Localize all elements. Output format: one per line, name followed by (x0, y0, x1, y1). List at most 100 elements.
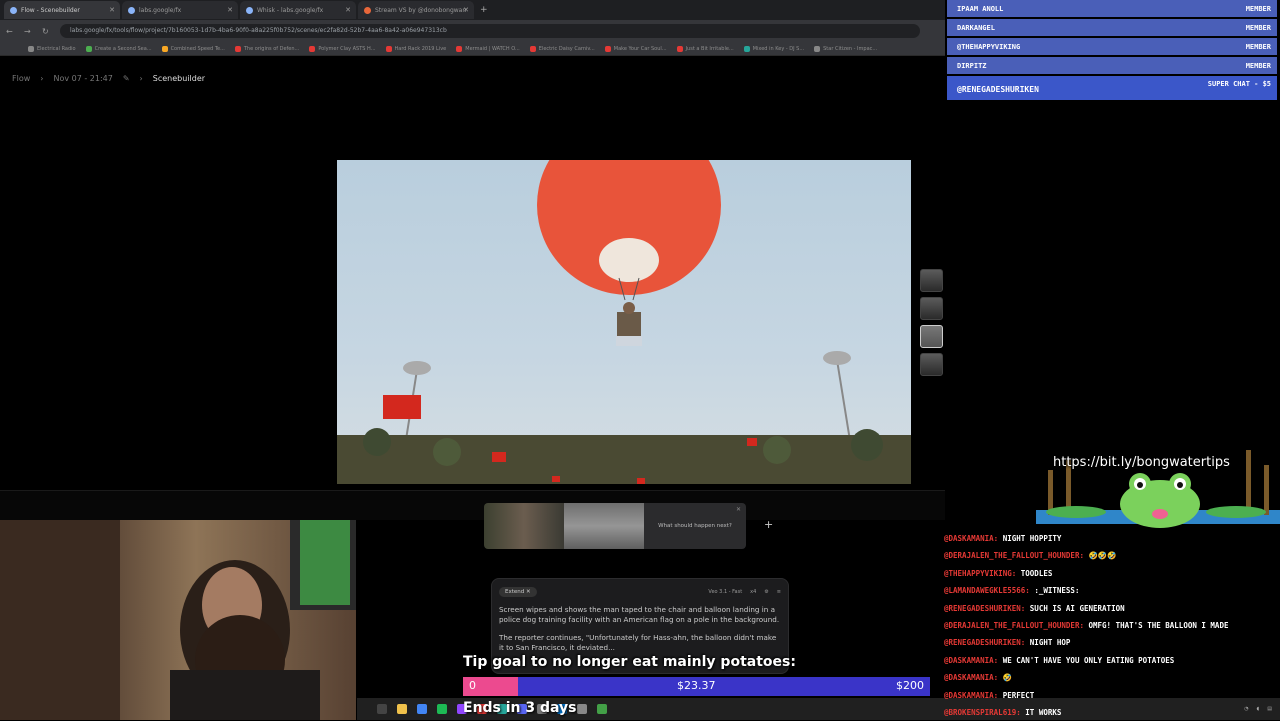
browser-tab[interactable]: Whisk - labs.google/fx ✕ (240, 1, 356, 19)
live-chat: @DASKAMANIA: NIGHT HOPPITY @DERAJALEN_THE… (944, 530, 1280, 721)
tab-title: labs.google/fx (139, 6, 182, 14)
scene-thumbnail[interactable] (920, 353, 943, 376)
address-bar-row: ← → ↻ labs.google/fx/tools/flow/project/… (0, 20, 945, 42)
edit-icon[interactable]: ✎ (123, 74, 130, 83)
bookmark[interactable]: Star Citizen - Impac... (814, 45, 878, 52)
bookmark[interactable]: Just a Bit Irritable... (676, 45, 734, 52)
close-tab-icon[interactable]: ✕ (227, 6, 233, 14)
chat-text: SUCH IS AI GENERATION (1029, 603, 1125, 613)
bookmark-label: Electric Daisy Carniv... (538, 45, 595, 52)
chrome-icon[interactable] (417, 704, 427, 714)
prompt-text[interactable]: The reporter continues, "Unfortunately f… (499, 633, 781, 653)
scene-thumbnails (920, 269, 944, 376)
bookmarks-bar: Electrical Radio Create a Second Sea... … (0, 42, 945, 56)
member-badge: MEMBER (1245, 4, 1271, 13)
close-tab-icon[interactable]: ✕ (463, 6, 469, 14)
prompt-text[interactable]: Screen wipes and shows the man taped to … (499, 605, 781, 625)
spotify-icon[interactable] (437, 704, 447, 714)
timeline-strip (0, 490, 945, 520)
chat-message: @DASKAMANIA: NIGHT HOPPITY (944, 530, 1280, 547)
tab-title: Flow - Scenebuilder (21, 6, 80, 14)
extend-chip[interactable]: Extend ✕ (499, 587, 537, 597)
goal-target: $200 (896, 679, 924, 692)
breadcrumb: Flow › Nov 07 - 21:47 ✎ › Scenebuilder (12, 74, 205, 83)
video-preview[interactable] (337, 160, 911, 484)
browser-tab[interactable]: Stream VS by @donobongwan ✕ (358, 1, 474, 19)
bookmark[interactable]: Make Your Car Soul... (604, 45, 667, 52)
member-badge: MEMBER (1245, 23, 1271, 32)
menu-icon[interactable]: ≡ (777, 589, 781, 595)
bookmark[interactable]: Polymer Clay ASTS H... (309, 45, 376, 52)
chat-username: @DASKAMANIA: (944, 534, 999, 543)
bookmark-label: The origins of Defen... (243, 45, 300, 52)
back-icon[interactable]: ← (6, 27, 16, 36)
bookmark[interactable]: Create a Second Sea... (85, 45, 152, 52)
close-icon[interactable]: ✕ (736, 506, 741, 513)
timeline-clip[interactable] (564, 503, 644, 549)
chat-message: @DASKAMANIA: PERFECT (944, 687, 1280, 704)
output-count[interactable]: x4 (750, 589, 756, 595)
bookmark-label: Star Citizen - Impac... (823, 45, 878, 52)
bookmark[interactable]: Hard Rack 2019 Live (385, 45, 447, 52)
chat-username: @BROKENSPIRAL619: (944, 707, 1021, 717)
chat-text: :_WITNESS: (1034, 586, 1080, 596)
chat-text: IT WORKS (1025, 707, 1062, 717)
member-name: DIRPITZ (957, 61, 987, 70)
favicon-icon (364, 6, 371, 14)
scene-thumbnail[interactable] (920, 297, 943, 320)
bookmark-label: Just a Bit Irritable... (685, 45, 734, 52)
scene-thumbnail[interactable] (920, 269, 943, 292)
member-name: DARKANGEL (957, 23, 995, 32)
forward-icon[interactable]: → (24, 27, 34, 36)
favicon-icon (246, 6, 253, 14)
new-tab-icon[interactable]: + (480, 5, 488, 15)
url-input[interactable]: labs.google/fx/tools/flow/project/7b1600… (60, 24, 920, 38)
extend-chip-label: Extend (505, 589, 525, 595)
next-clip-placeholder[interactable]: What should happen next? ✕ (644, 503, 746, 549)
bookmark[interactable]: Mermaid | WATCH O... (456, 45, 520, 52)
chat-text: NIGHT HOP (1029, 638, 1071, 648)
bookmark-label: Create a Second Sea... (94, 45, 152, 52)
scene-thumbnail[interactable] (920, 325, 943, 348)
bookmark[interactable]: Mixed in Key - DJ S... (743, 45, 804, 52)
file-explorer-icon[interactable] (397, 704, 407, 714)
chat-message: @DERAJALEN_THE_FALLOUT_HOUNDER: OMFG! TH… (944, 617, 1280, 634)
chat-message: @RENEGADESHURIKEN: NIGHT HOP (944, 634, 1280, 651)
member-badge: MEMBER (1245, 42, 1271, 51)
bookmark[interactable]: Electrical Radio (28, 45, 76, 52)
bookmark[interactable]: The origins of Defen... (234, 45, 300, 52)
chat-message: @DASKAMANIA: WE CAN'T HAVE YOU ONLY EATI… (944, 652, 1280, 669)
member-name: @RENEGADESHURIKEN (957, 85, 1039, 94)
bookmark-label: Hard Rack 2019 Live (394, 45, 447, 52)
browser-tab-bar: Flow - Scenebuilder ✕ labs.google/fx ✕ Whi… (0, 0, 945, 20)
favicon-icon (128, 6, 135, 14)
tip-goal-bar: 0 $23.37 $200 (463, 677, 930, 696)
chevron-right-icon: › (40, 74, 44, 83)
chat-username: @DASKAMANIA: (944, 673, 999, 683)
chat-text: NIGHT HOPPITY (1002, 534, 1062, 543)
app-icon[interactable] (577, 704, 587, 714)
chevron-right-icon: › (139, 74, 143, 83)
settings-icon[interactable]: ⚙ (764, 589, 768, 595)
app-icon[interactable] (597, 704, 607, 714)
chat-text: PERFECT (1002, 690, 1035, 700)
timeline-clip[interactable] (484, 503, 564, 549)
timeline-clips: What should happen next? ✕ (484, 503, 746, 549)
member-list: IPAAM ANOLL MEMBER DARKANGEL MEMBER @THEHA… (947, 0, 1277, 100)
tip-goal-ends-in: Ends in 3 days (463, 700, 577, 716)
tips-link[interactable]: https://bit.ly/bongwatertips (1053, 455, 1230, 470)
search-icon[interactable] (377, 704, 387, 714)
bookmark[interactable]: Combined Speed Te... (161, 45, 225, 52)
breadcrumb-root[interactable]: Flow (12, 74, 30, 83)
bookmark-label: Make Your Car Soul... (613, 45, 667, 52)
chat-message: @DASKAMANIA: 🤣 (944, 669, 1280, 686)
browser-tab[interactable]: labs.google/fx ✕ (122, 1, 238, 19)
reload-icon[interactable]: ↻ (42, 27, 52, 36)
add-clip-button[interactable]: + (764, 518, 773, 531)
breadcrumb-date[interactable]: Nov 07 - 21:47 (53, 74, 112, 83)
close-tab-icon[interactable]: ✕ (109, 6, 115, 14)
bookmark[interactable]: Electric Daisy Carniv... (529, 45, 595, 52)
close-tab-icon[interactable]: ✕ (345, 6, 351, 14)
model-selector[interactable]: Veo 3.1 - Fast (708, 589, 742, 595)
browser-tab[interactable]: Flow - Scenebuilder ✕ (4, 1, 120, 19)
